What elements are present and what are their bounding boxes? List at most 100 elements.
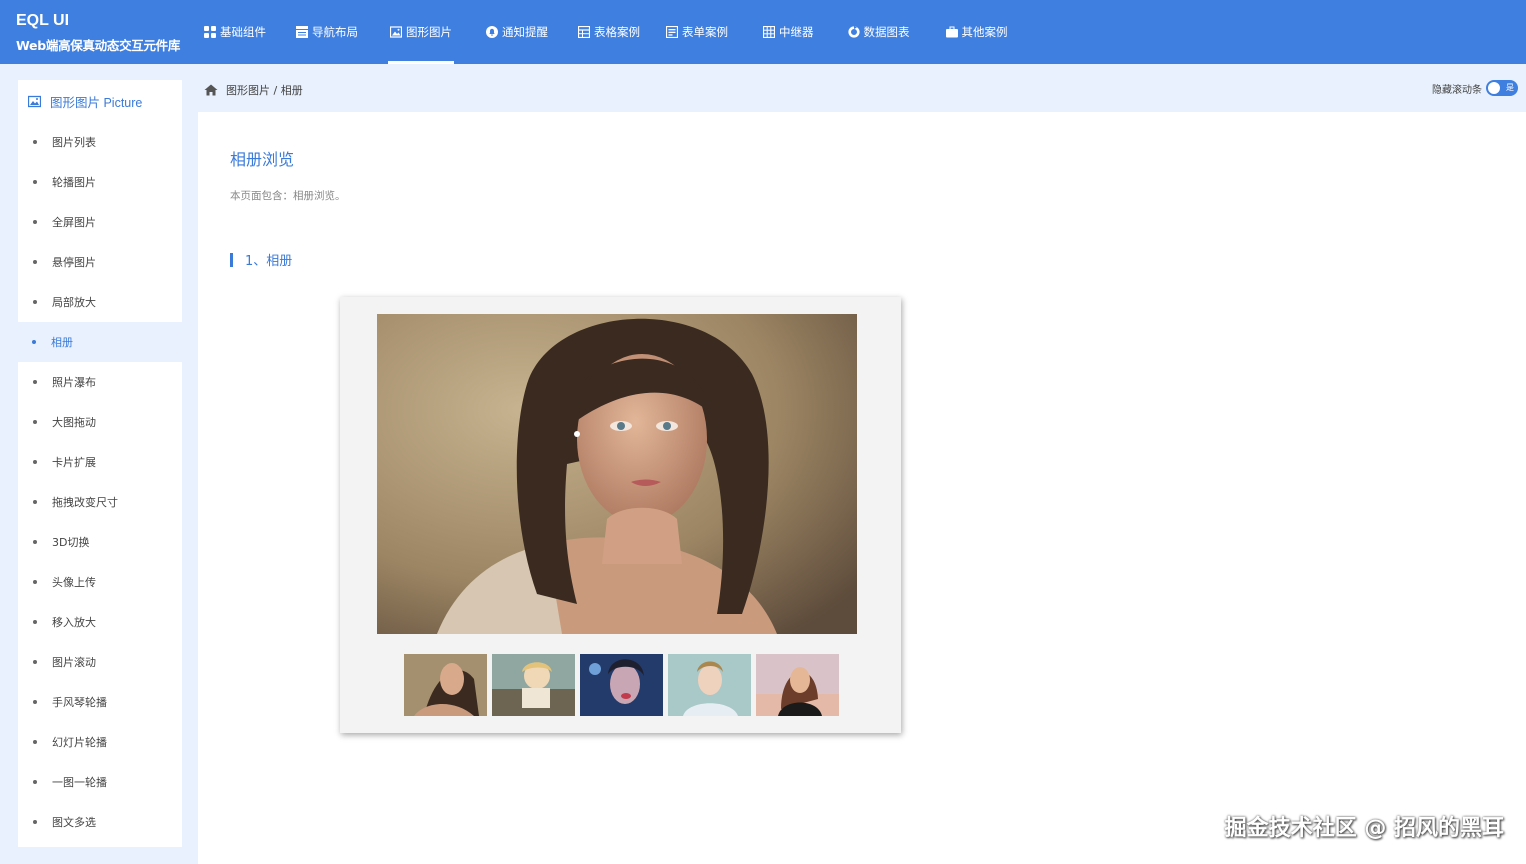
- thumbnail-4[interactable]: [668, 654, 751, 716]
- nav-item-table[interactable]: 表格案例: [578, 0, 640, 64]
- scrollbar-toggle-group: 隐藏滚动条 是: [1432, 80, 1518, 96]
- sidebar-item-label: 轮播图片: [52, 176, 96, 189]
- bullet-icon: [33, 260, 37, 264]
- nav-label: 基础组件: [220, 25, 266, 39]
- breadcrumb: 图形图片 / 相册: [204, 82, 303, 98]
- sidebar-item-label: 拖拽改变尺寸: [52, 496, 118, 509]
- bullet-icon: [33, 540, 37, 544]
- sidebar-item-drag[interactable]: 大图拖动: [18, 402, 182, 442]
- section-marker: [230, 252, 233, 267]
- toggle-label: 隐藏滚动条: [1432, 84, 1482, 96]
- sidebar-item-slideshow[interactable]: 幻灯片轮播: [18, 722, 182, 762]
- sidebar: 图形图片 Picture 图片列表 轮播图片 全屏图片 悬停图片 局部放大 相册…: [17, 80, 182, 847]
- sidebar-item-label: 图片滚动: [52, 656, 96, 669]
- sidebar-item-accordion[interactable]: 手风琴轮播: [18, 682, 182, 722]
- sidebar-item-label: 悬停图片: [52, 256, 96, 269]
- chart-icon: [847, 26, 860, 38]
- image-icon: [28, 95, 41, 107]
- top-nav: 基础组件 导航布局 图形图片 通知提醒 表格案例 表单案例 中继器 数据图表 其…: [194, 0, 1008, 64]
- thumbnail-photo: [756, 654, 839, 716]
- thumbnail-photo: [668, 654, 751, 716]
- nav-label: 通知提醒: [502, 25, 548, 39]
- bullet-icon: [33, 180, 37, 184]
- home-icon[interactable]: [204, 84, 218, 96]
- bullet-icon: [33, 820, 37, 824]
- sidebar-item-multiselect[interactable]: 图文多选: [18, 802, 182, 842]
- brand[interactable]: EQL UI Web端高保真动态交互元件库: [16, 12, 180, 54]
- nav-item-notify[interactable]: 通知提醒: [486, 0, 548, 64]
- sidebar-item-label: 移入放大: [52, 616, 96, 629]
- image-icon: [390, 26, 402, 38]
- sidebar-item-fullscreen[interactable]: 全屏图片: [18, 202, 182, 242]
- briefcase-icon: [945, 26, 958, 38]
- sidebar-item-card-expand[interactable]: 卡片扩展: [18, 442, 182, 482]
- sidebar-item-resize[interactable]: 拖拽改变尺寸: [18, 482, 182, 522]
- sidebar-item-label: 图片列表: [52, 136, 96, 149]
- bullet-icon: [33, 700, 37, 704]
- sidebar-item-avatar[interactable]: 头像上传: [18, 562, 182, 602]
- sidebar-item-zoom[interactable]: 移入放大: [18, 602, 182, 642]
- nav-item-form[interactable]: 表单案例: [666, 0, 728, 64]
- sidebar-item-carousel[interactable]: 轮播图片: [18, 162, 182, 202]
- portrait-photo: [377, 314, 857, 634]
- sidebar-item-label: 卡片扩展: [52, 456, 96, 469]
- sidebar-title[interactable]: 图形图片 Picture: [18, 80, 182, 122]
- nav-label: 中继器: [779, 25, 814, 39]
- bullet-icon: [33, 780, 37, 784]
- sidebar-item-label: 头像上传: [52, 576, 96, 589]
- sidebar-menu: 图片列表 轮播图片 全屏图片 悬停图片 局部放大 相册 照片瀑布 大图拖动 卡片…: [17, 122, 182, 842]
- layout-icon: [296, 26, 308, 38]
- main-content: 相册浏览 本页面包含：相册浏览。 1、相册: [198, 112, 1526, 864]
- bullet-icon: [33, 140, 37, 144]
- sidebar-item-scroll[interactable]: 图片滚动: [18, 642, 182, 682]
- sidebar-item-album[interactable]: 相册: [17, 322, 182, 362]
- bullet-icon: [33, 300, 37, 304]
- sidebar-item-label: 3D切换: [52, 536, 90, 549]
- nav-label: 其他案例: [961, 25, 1008, 39]
- sidebar-item-label: 照片瀑布: [52, 376, 96, 389]
- nav-item-picture[interactable]: 图形图片: [388, 0, 454, 64]
- sidebar-item-label: 图文多选: [52, 816, 96, 829]
- page-description: 本页面包含：相册浏览。: [230, 190, 346, 202]
- thumbnail-photo: [580, 654, 663, 716]
- grid-icon: [204, 26, 216, 38]
- repeater-icon: [763, 26, 775, 38]
- table-icon: [578, 26, 590, 38]
- thumbnail-strip: [404, 654, 839, 716]
- thumbnail-3[interactable]: [580, 654, 663, 716]
- sidebar-item-waterfall[interactable]: 照片瀑布: [18, 362, 182, 402]
- sidebar-item-picture-list[interactable]: 图片列表: [18, 122, 182, 162]
- nav-item-layout[interactable]: 导航布局: [296, 0, 358, 64]
- form-icon: [666, 26, 678, 38]
- sidebar-item-label: 全屏图片: [52, 216, 96, 229]
- bullet-icon: [33, 620, 37, 624]
- bullet-icon: [33, 500, 37, 504]
- nav-item-chart[interactable]: 数据图表: [847, 0, 910, 64]
- sidebar-item-label: 大图拖动: [52, 416, 96, 429]
- thumbnail-2[interactable]: [492, 654, 575, 716]
- nav-item-basic[interactable]: 基础组件: [204, 0, 266, 64]
- bullet-icon: [33, 220, 37, 224]
- breadcrumb-bar: 图形图片 / 相册 隐藏滚动条 是: [198, 64, 1526, 112]
- sidebar-item-hover[interactable]: 悬停图片: [18, 242, 182, 282]
- album-main-image[interactable]: [377, 314, 857, 634]
- thumbnail-1[interactable]: [404, 654, 487, 716]
- top-header: EQL UI Web端高保真动态交互元件库 基础组件 导航布局 图形图片 通知提…: [0, 0, 1526, 64]
- sidebar-item-one-carousel[interactable]: 一图一轮播: [18, 762, 182, 802]
- thumbnail-5[interactable]: [756, 654, 839, 716]
- brand-subtitle: Web端高保真动态交互元件库: [16, 38, 181, 53]
- sidebar-item-magnify[interactable]: 局部放大: [18, 282, 182, 322]
- album-viewer: [340, 297, 901, 733]
- bullet-icon: [33, 380, 37, 384]
- sidebar-title-label: 图形图片 Picture: [50, 95, 143, 110]
- nav-item-other[interactable]: 其他案例: [945, 0, 1008, 64]
- sidebar-item-label: 幻灯片轮播: [52, 736, 107, 749]
- hide-scrollbar-toggle[interactable]: 是: [1486, 80, 1518, 96]
- breadcrumb-text[interactable]: 图形图片 / 相册: [226, 82, 303, 98]
- bullet-icon: [33, 420, 37, 424]
- nav-item-repeater[interactable]: 中继器: [763, 0, 814, 64]
- sidebar-item-3d[interactable]: 3D切换: [18, 522, 182, 562]
- toggle-state: 是: [1506, 83, 1514, 92]
- bullet-icon: [33, 580, 37, 584]
- sidebar-item-label: 相册: [51, 336, 73, 349]
